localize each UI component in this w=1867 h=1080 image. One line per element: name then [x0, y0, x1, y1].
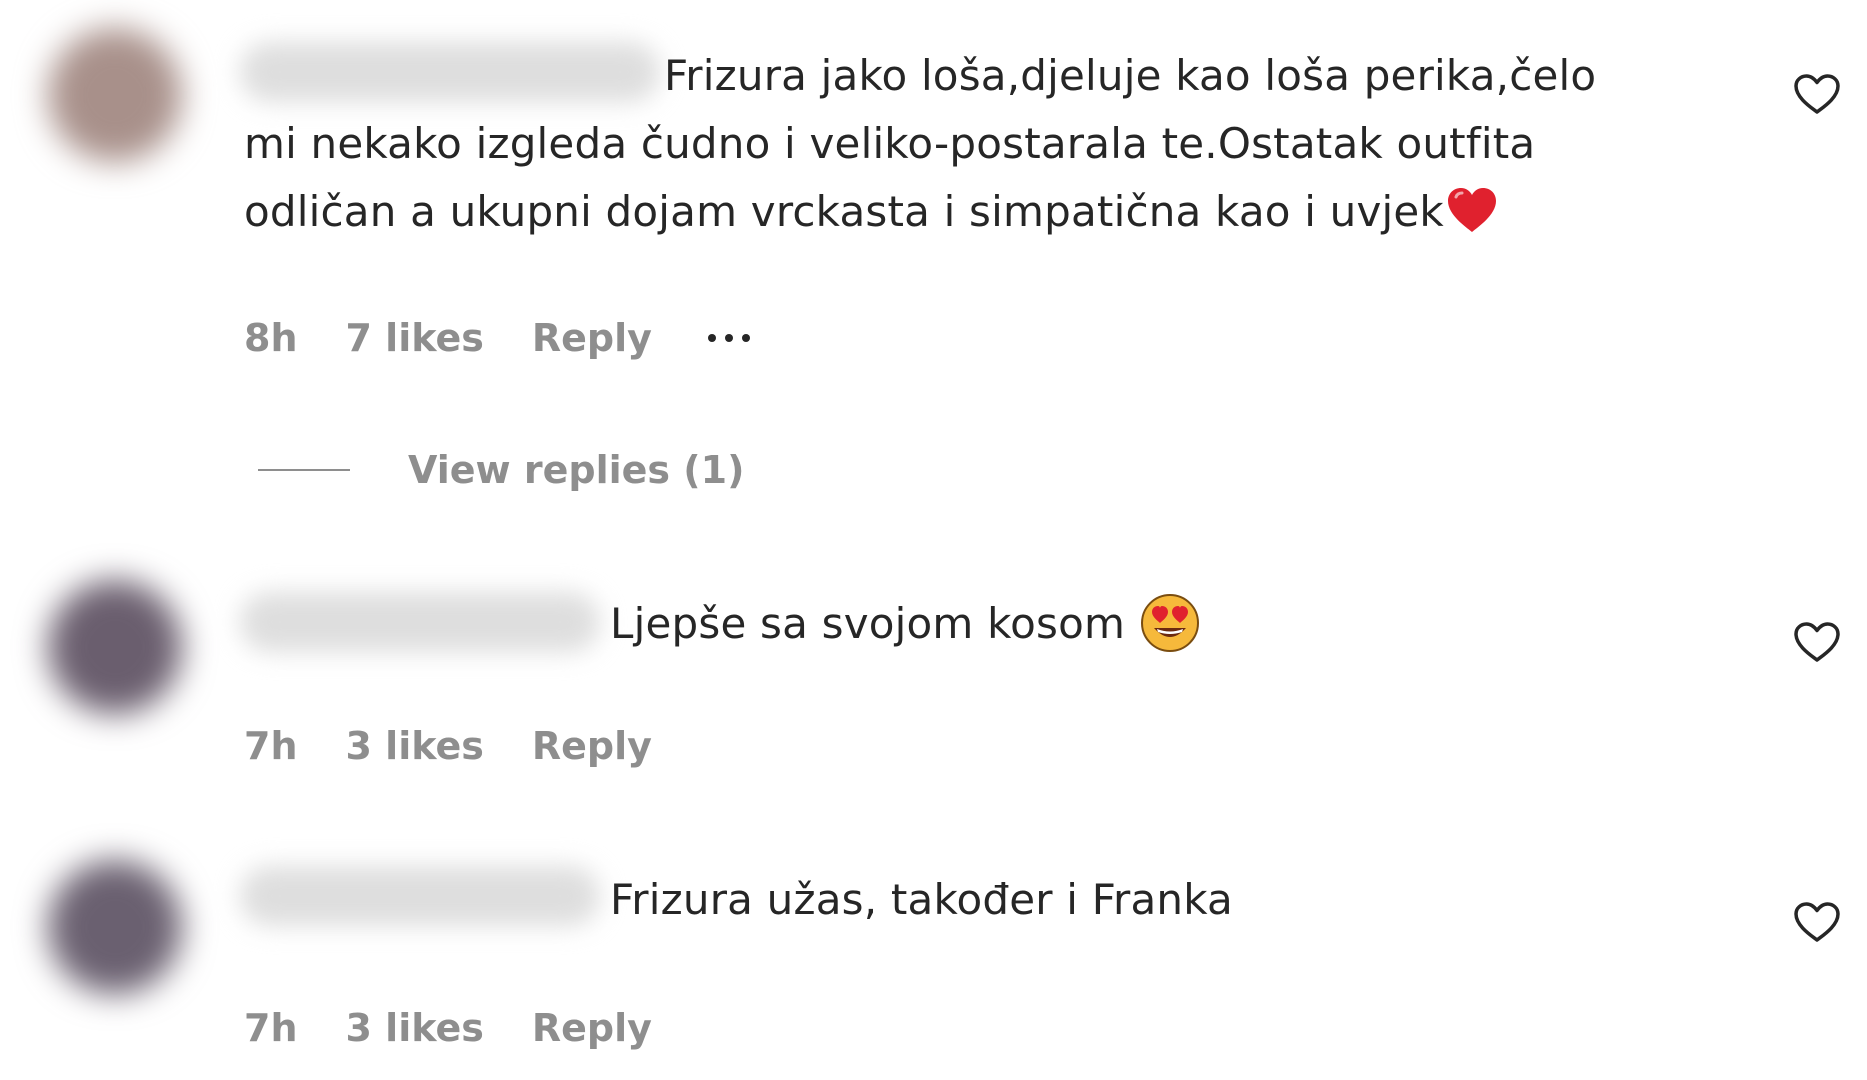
comment-text: Ljepše sa svojom kosom [244, 590, 1201, 662]
reply-button[interactable]: Reply [532, 724, 652, 768]
comment-meta: 7h 3 likes Reply [244, 1006, 652, 1050]
comment-meta: 7h 3 likes Reply [244, 724, 652, 768]
comment-text-line-3: odličan a ukupni dojam vrckasta i simpat… [244, 187, 1444, 236]
reply-button[interactable]: Reply [532, 316, 652, 360]
view-replies-label: View replies (1) [408, 448, 745, 492]
comment-text-line-2: mi nekako izgleda čudno i veliko-postara… [244, 119, 1536, 168]
view-replies-button[interactable]: View replies (1) [258, 448, 744, 492]
comment-time: 7h [244, 1006, 298, 1050]
comment-text: Frizura jako loša,djeluje kao loša perik… [244, 42, 1596, 249]
avatar[interactable] [48, 580, 182, 714]
like-heart-icon[interactable] [1792, 620, 1842, 664]
comment-meta: 8h 7 likes Reply [244, 316, 750, 360]
comment-text-line: Ljepše sa svojom kosom [610, 599, 1126, 648]
heart-eyes-emoji [1139, 592, 1201, 662]
avatar[interactable] [48, 28, 182, 162]
more-options-icon[interactable] [707, 334, 750, 342]
like-heart-icon[interactable] [1792, 72, 1842, 116]
reply-button[interactable]: Reply [532, 1006, 652, 1050]
comment-likes[interactable]: 7 likes [346, 316, 484, 360]
comment-likes[interactable]: 3 likes [346, 724, 484, 768]
comment-time: 7h [244, 724, 298, 768]
heart-emoji [1444, 181, 1500, 249]
view-replies-line [258, 469, 350, 471]
comment-likes[interactable]: 3 likes [346, 1006, 484, 1050]
avatar[interactable] [48, 860, 182, 994]
comment-text: Frizura užas, također i Franka [244, 866, 1233, 934]
comment-time: 8h [244, 316, 298, 360]
comment-text-line-1: Frizura jako loša,djeluje kao loša perik… [664, 51, 1597, 100]
comment-text-line: Frizura užas, također i Franka [610, 875, 1233, 924]
like-heart-icon[interactable] [1792, 900, 1842, 944]
